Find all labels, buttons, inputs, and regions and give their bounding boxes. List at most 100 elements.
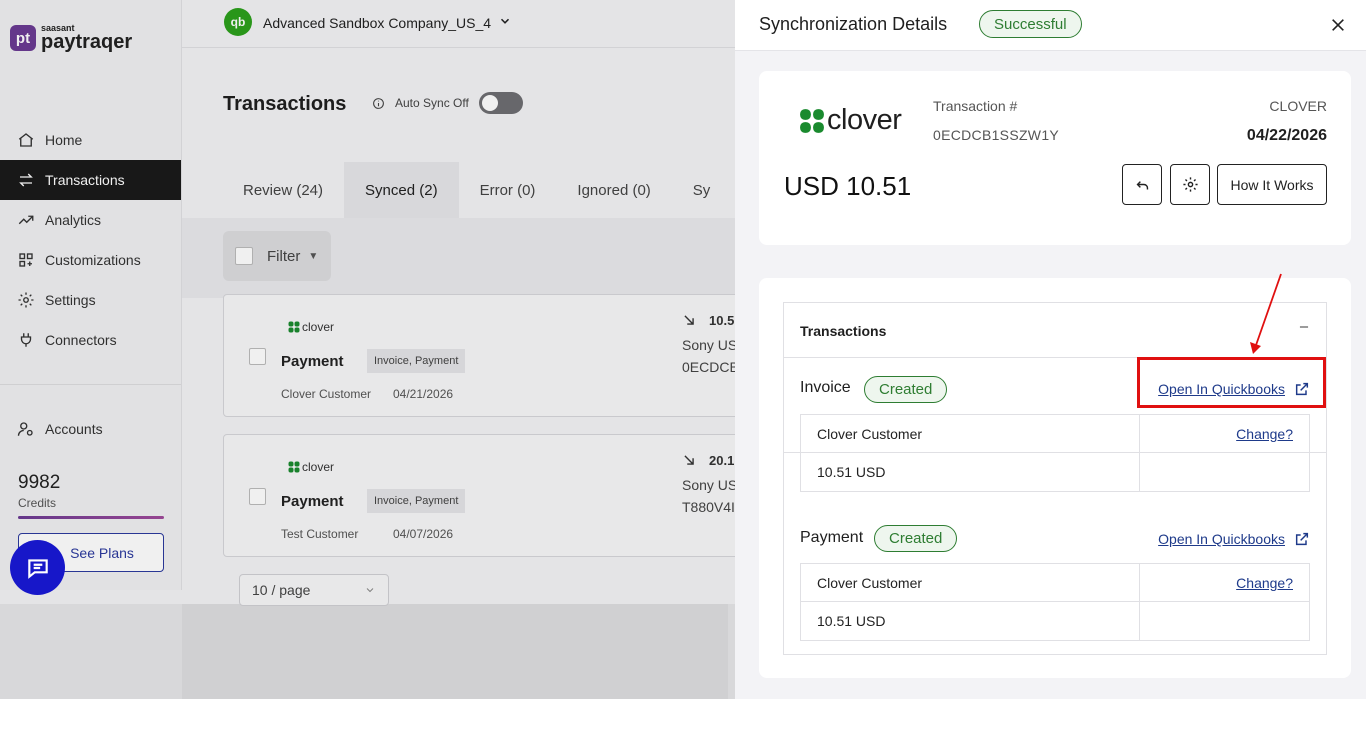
sidebar-item-home[interactable]: Home	[0, 120, 181, 160]
clover-brand-text: clover	[302, 460, 335, 474]
transaction-number: 0ECDCB1SSZW1Y	[933, 127, 1060, 143]
gear-icon	[17, 291, 35, 309]
user-gear-icon	[17, 420, 35, 438]
chat-button[interactable]	[10, 540, 65, 595]
table-row: 10.51 USD	[801, 453, 1309, 491]
empty-cell	[1140, 602, 1309, 640]
sidebar-item-analytics[interactable]: Analytics	[0, 200, 181, 240]
undo-button[interactable]	[1122, 164, 1162, 205]
arrow-down-right-icon	[684, 315, 694, 325]
tab-ignored[interactable]: Ignored (0)	[556, 162, 671, 218]
tab-synced[interactable]: Synced (2)	[344, 162, 459, 218]
table-row: Clover Customer Change?	[801, 564, 1309, 602]
tab-sy[interactable]: Sy	[672, 162, 732, 218]
sidebar-item-connectors[interactable]: Connectors	[0, 320, 181, 360]
transaction-number-label: Transaction #	[933, 98, 1018, 114]
transaction-date: 04/21/2026	[393, 387, 454, 401]
swap-icon	[17, 171, 35, 189]
chat-icon	[27, 558, 48, 579]
status-tabs: Review (24) Synced (2) Error (0) Ignored…	[222, 162, 731, 218]
open-in-quickbooks-link[interactable]: Open In Quickbooks	[1158, 531, 1310, 547]
select-all-checkbox[interactable]	[235, 247, 253, 265]
clover-logo-small: clover	[288, 460, 334, 474]
customer-cell: Clover Customer	[801, 415, 1140, 452]
table-row: Clover Customer Change?	[801, 415, 1309, 453]
row-checkbox[interactable]	[249, 348, 266, 365]
target-company: Sony US	[682, 337, 738, 353]
customer-name: Test Customer	[281, 527, 359, 541]
amount-cell: 10.51 USD	[801, 453, 1140, 491]
table-row: 10.51 USD	[801, 602, 1309, 640]
sidebar-item-label: Home	[45, 132, 83, 148]
external-link-icon	[1295, 382, 1309, 396]
change-customer-link[interactable]: Change?	[1236, 426, 1293, 442]
logo-big-text: paytraqer	[41, 31, 133, 53]
tab-error[interactable]: Error (0)	[459, 162, 557, 218]
sidebar-item-label: Customizations	[45, 252, 141, 268]
home-icon	[17, 131, 35, 149]
how-it-works-button[interactable]: How It Works	[1217, 164, 1327, 205]
section-title: Invoice	[800, 379, 851, 396]
sidebar-item-settings[interactable]: Settings	[0, 280, 181, 320]
invoice-mapping-table: Clover Customer Change? 10.51 USD	[800, 414, 1310, 492]
transaction-amount: 10.5	[709, 313, 735, 328]
gear-icon	[1182, 177, 1198, 192]
sidebar-item-label: Settings	[45, 292, 96, 308]
chevron-down-icon[interactable]	[498, 14, 512, 28]
transactions-panel-header[interactable]: Transactions	[784, 303, 1326, 358]
invoice-section: Invoice Created Open In Quickbooks Clove…	[784, 359, 1326, 492]
sidebar-item-customizations[interactable]: Customizations	[0, 240, 181, 280]
app-root: pt saasant paytraqer Home Transactions A…	[0, 0, 1366, 731]
sidebar-item-accounts[interactable]: Accounts	[0, 409, 181, 449]
background-footer-panel	[182, 604, 728, 699]
sidebar: pt saasant paytraqer Home Transactions A…	[0, 0, 182, 590]
transaction-card[interactable]: clover Payment Invoice, Payment Clover C…	[223, 294, 743, 417]
tab-review[interactable]: Review (24)	[222, 162, 344, 218]
transaction-tags: Invoice, Payment	[367, 349, 466, 373]
arrow-down-right-icon	[684, 455, 694, 465]
close-icon	[1332, 19, 1344, 31]
credits-value: 9982	[18, 472, 61, 493]
summary-card: clover Transaction # 0ECDCB1SSZW1Y CLOVE…	[759, 71, 1351, 245]
open-in-quickbooks-link[interactable]: Open In Quickbooks	[1158, 381, 1310, 397]
transaction-amount: 20.1	[709, 453, 735, 468]
grid-icon	[17, 251, 35, 269]
transaction-tags: Invoice, Payment	[367, 489, 466, 513]
sidebar-item-label: Accounts	[45, 421, 103, 437]
clover-logo: clover	[799, 104, 902, 137]
sidebar-item-label: Analytics	[45, 212, 102, 228]
company-name[interactable]: Advanced Sandbox Company_US_4	[263, 15, 491, 31]
auto-sync-label: Auto Sync Off	[372, 96, 469, 110]
filter-label: Filter	[267, 247, 301, 265]
drawer-header: Synchronization Details Successful	[735, 0, 1366, 51]
auto-sync-text: Auto Sync Off	[395, 96, 469, 110]
close-button[interactable]	[1327, 14, 1349, 36]
filter-button[interactable]: Filter ▼	[223, 231, 331, 281]
empty-cell	[1140, 453, 1309, 491]
caret-down-icon: ▼	[308, 250, 319, 262]
open-in-quickbooks-text: Open In Quickbooks	[1158, 531, 1285, 547]
transaction-card[interactable]: clover Payment Invoice, Payment Test Cus…	[223, 434, 743, 557]
sync-details-drawer: Synchronization Details Successful clove…	[735, 0, 1366, 699]
clover-brand-text: clover	[302, 320, 335, 334]
change-cell: Change?	[1140, 564, 1309, 601]
row-checkbox[interactable]	[249, 488, 266, 505]
undo-arrow-icon	[1136, 181, 1148, 190]
auto-sync-toggle[interactable]	[479, 92, 523, 114]
source-label: CLOVER	[1269, 98, 1327, 114]
status-badge: Successful	[979, 10, 1082, 38]
section-title: Payment	[800, 529, 864, 546]
detail-card: Transactions Invoice Created Open In Qui…	[759, 278, 1351, 678]
transactions-panel: Transactions Invoice Created Open In Qui…	[783, 302, 1327, 655]
page-size-select[interactable]: 10 / page	[239, 574, 389, 606]
credits-block: 9982 Credits	[18, 472, 60, 510]
page-size-value: 10 / page	[252, 582, 311, 598]
transaction-type: Payment	[281, 493, 344, 510]
clover-logo-small: clover	[288, 320, 334, 334]
settings-button[interactable]	[1170, 164, 1210, 205]
collapse-minus-icon[interactable]	[1297, 320, 1311, 334]
change-customer-link[interactable]: Change?	[1236, 575, 1293, 591]
sidebar-item-label: Transactions	[45, 172, 125, 188]
sidebar-item-transactions[interactable]: Transactions	[0, 160, 181, 200]
credits-label: Credits	[18, 496, 57, 510]
